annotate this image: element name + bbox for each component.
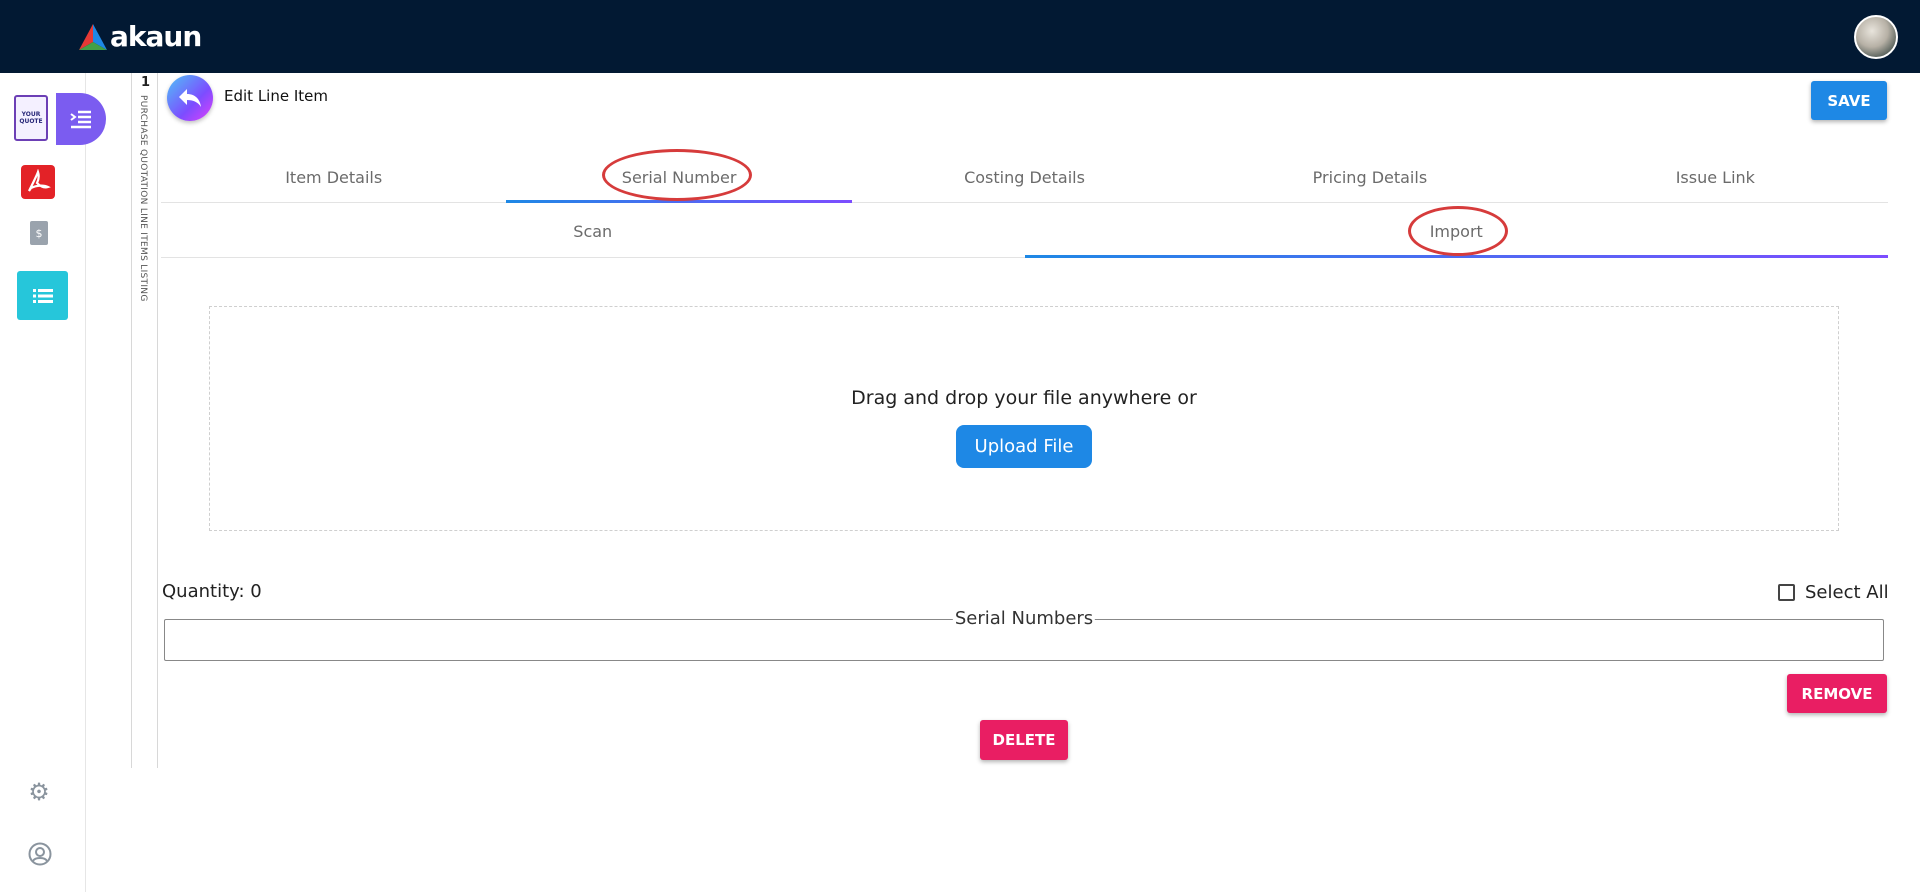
rail-label: PURCHASE QUOTATION LINE ITEMS LISTING	[138, 95, 148, 302]
acrobat-icon	[28, 169, 51, 192]
tab-issue-link[interactable]: Issue Link	[1543, 153, 1888, 202]
sidebar: YOUR QUOTE $ ⚙	[0, 73, 106, 892]
invoice-doc-icon[interactable]: $	[30, 221, 48, 245]
app-logo[interactable]: akaun	[78, 20, 202, 53]
select-all-checkbox[interactable]	[1778, 584, 1795, 601]
rail-number: 1	[141, 75, 151, 90]
dropzone-prompt: Drag and drop your file anywhere or	[851, 387, 1197, 409]
serial-numbers-legend: Serial Numbers	[952, 608, 1096, 629]
quantity-label: Quantity: 0	[162, 581, 262, 602]
serial-numbers-field[interactable]: Serial Numbers	[164, 608, 1884, 661]
list-view-icon[interactable]	[17, 271, 68, 320]
page-title: Edit Line Item	[224, 87, 328, 105]
remove-button[interactable]: REMOVE	[1787, 674, 1887, 713]
tab-item-details[interactable]: Item Details	[161, 153, 506, 202]
select-all-label: Select All	[1805, 582, 1889, 603]
sub-tabs: Scan Import	[161, 205, 1888, 258]
select-all-control[interactable]: Select All	[1778, 582, 1889, 603]
pdf-app-icon[interactable]	[21, 165, 55, 199]
delete-button[interactable]: DELETE	[980, 720, 1068, 760]
tab-scan[interactable]: Scan	[161, 205, 1025, 257]
indent-menu-icon	[70, 110, 91, 129]
main-tabs: Item Details Serial Number Costing Detai…	[161, 153, 1888, 203]
file-dropzone[interactable]: Drag and drop your file anywhere or Uplo…	[209, 306, 1839, 531]
profile-user-icon[interactable]	[27, 841, 53, 867]
settings-gear-icon[interactable]: ⚙	[26, 778, 52, 806]
quote-thumb-text: YOUR QUOTE	[19, 111, 43, 125]
save-button[interactable]: SAVE	[1811, 81, 1887, 120]
tab-serial-number[interactable]: Serial Number	[506, 153, 853, 203]
purchase-quote-app-icon[interactable]: YOUR QUOTE	[14, 95, 48, 141]
back-button[interactable]	[167, 75, 213, 121]
tab-pricing-details[interactable]: Pricing Details	[1197, 153, 1542, 202]
list-icon	[32, 288, 53, 303]
tab-import[interactable]: Import	[1024, 205, 1889, 258]
listing-rail[interactable]: 1 PURCHASE QUOTATION LINE ITEMS LISTING	[131, 73, 158, 768]
tab-costing-details[interactable]: Costing Details	[852, 153, 1197, 202]
menu-toggle-icon[interactable]	[56, 93, 106, 145]
back-arrow-icon	[179, 89, 201, 107]
upload-file-button[interactable]: Upload File	[956, 425, 1092, 468]
top-bar: akaun	[0, 0, 1920, 73]
logo-icon	[79, 23, 107, 50]
logo-text: akaun	[110, 20, 202, 53]
user-avatar[interactable]	[1854, 15, 1898, 59]
person-icon	[28, 842, 52, 866]
